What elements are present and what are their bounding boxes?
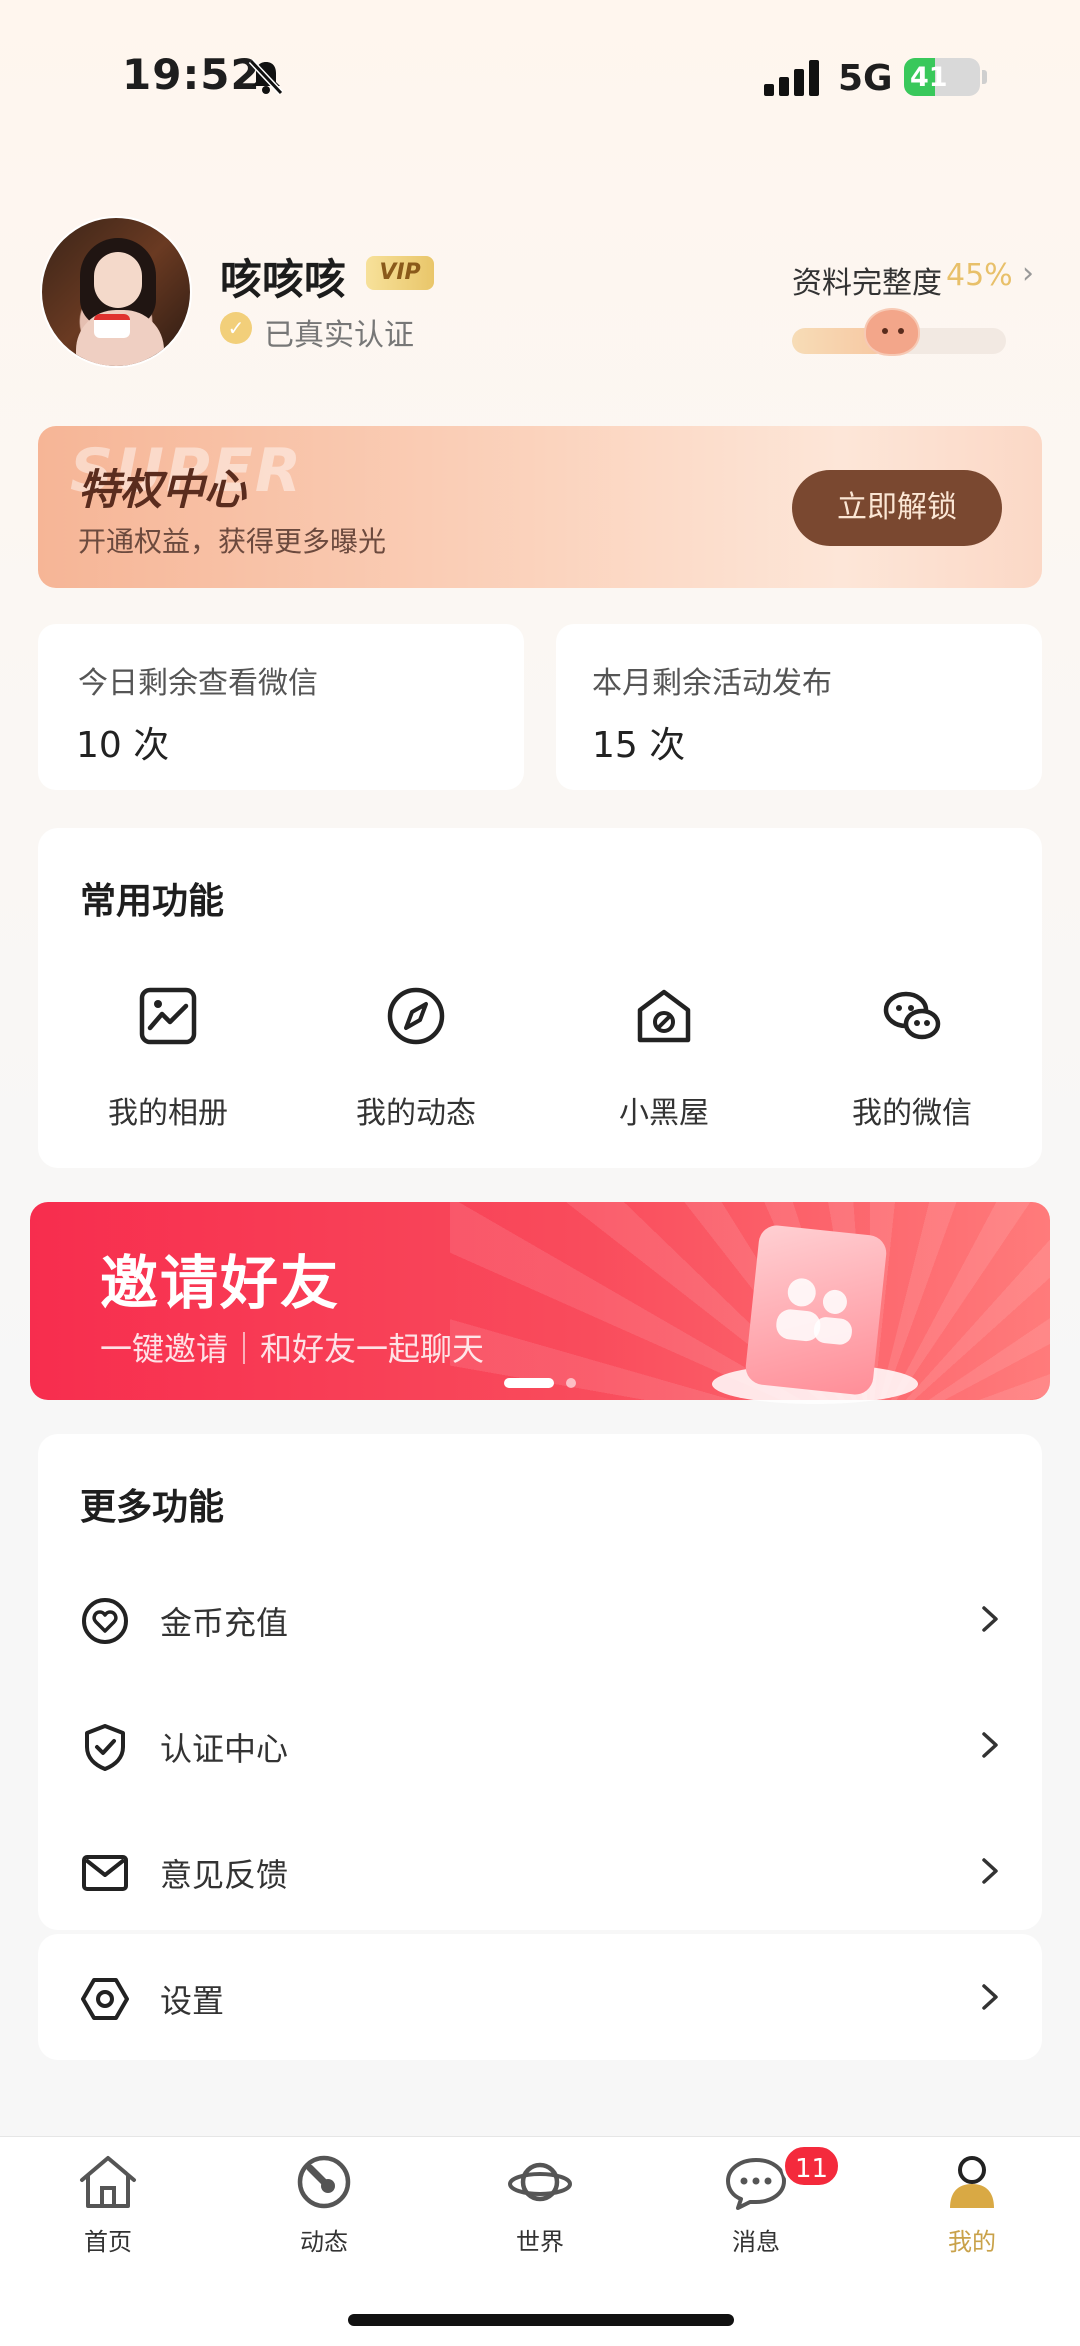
message-icon	[726, 2158, 786, 2210]
stat-value: 10 次	[76, 725, 170, 766]
carousel-dot[interactable]	[566, 1378, 576, 1388]
invite-subtitle: 一键邀请｜和好友一起聊天	[100, 1330, 485, 1368]
network-type: 5G	[838, 58, 893, 99]
common-functions-title: 常用功能	[80, 881, 225, 922]
avatar-face	[94, 252, 142, 308]
nickname: 咳咳咳	[220, 255, 347, 304]
tab-label: 我的	[948, 2228, 996, 2256]
heart-mascot-icon	[864, 308, 920, 356]
mascot-eye	[882, 328, 888, 334]
cellular-signal-icon	[764, 60, 819, 96]
tab-label: 首页	[84, 2228, 132, 2256]
invite-title: 邀请好友	[100, 1249, 341, 1317]
func-label: 我的相册	[108, 1096, 228, 1131]
menu-coin-recharge[interactable]: 金币充值	[38, 1556, 1042, 1682]
status-time: 19:52	[122, 50, 261, 99]
tab-home[interactable]: 首页	[48, 2152, 168, 2257]
verified-status: 已真实认证	[264, 318, 414, 353]
func-my-wechat[interactable]: 我的微信	[812, 982, 1012, 1132]
avatar[interactable]	[40, 216, 192, 368]
battery-level: 41	[910, 62, 948, 93]
verified-check-icon: ✓	[220, 312, 252, 344]
compass-icon	[387, 987, 445, 1045]
menu-label: 认证中心	[160, 1730, 289, 1768]
menu-feedback[interactable]: 意见反馈	[38, 1808, 1042, 1934]
stat-value: 15 次	[592, 725, 686, 766]
func-my-album[interactable]: 我的相册	[68, 982, 268, 1132]
battery-icon: 41	[904, 58, 980, 96]
chevron-right-icon	[982, 1732, 998, 1758]
func-blacklist[interactable]: 小黑屋	[564, 982, 764, 1132]
profile-icon	[950, 2156, 994, 2208]
stat-label: 今日剩余查看微信	[78, 666, 318, 701]
func-label: 我的微信	[852, 1096, 972, 1131]
coin-heart-icon	[82, 1598, 128, 1644]
phone-contacts-icon	[743, 1223, 889, 1397]
settings-icon	[81, 1978, 129, 2020]
shield-check-icon	[85, 1724, 125, 1771]
tab-label: 消息	[732, 2228, 780, 2256]
chevron-right-icon	[982, 1984, 998, 2010]
tab-world[interactable]: 世界	[480, 2152, 600, 2257]
func-my-moments[interactable]: 我的动态	[316, 982, 516, 1132]
func-label: 小黑屋	[619, 1096, 709, 1131]
album-icon	[139, 987, 197, 1045]
menu-label: 设置	[160, 1982, 225, 2020]
battery-nub	[982, 70, 987, 84]
privilege-title: 特权中心	[78, 465, 247, 514]
home-icon	[80, 2156, 136, 2208]
menu-label: 金币充值	[160, 1604, 289, 1642]
tab-profile[interactable]: 我的	[912, 2152, 1032, 2257]
mail-icon	[82, 1855, 128, 1891]
stat-label: 本月剩余活动发布	[592, 666, 832, 701]
chevron-right-icon[interactable]: ›	[1022, 256, 1034, 291]
carousel-dot-active[interactable]	[504, 1378, 554, 1388]
vip-badge: VIP	[366, 256, 434, 290]
profile-completion-label[interactable]: 资料完整度	[792, 258, 942, 302]
mascot-eye	[898, 328, 904, 334]
privilege-subtitle: 开通权益，获得更多曝光	[78, 525, 387, 558]
stat-card-wechat: 今日剩余查看微信 10 次	[38, 624, 524, 790]
contacts-illustration	[776, 1278, 852, 1345]
chevron-right-icon	[982, 1606, 998, 1632]
wechat-icon	[883, 991, 941, 1040]
chevron-right-icon	[982, 1858, 998, 1884]
feed-icon	[297, 2155, 351, 2209]
stat-card-activity: 本月剩余活动发布 15 次	[556, 624, 1042, 790]
planet-icon	[508, 2162, 572, 2202]
profile-completion-percent[interactable]: 45%	[946, 258, 1013, 293]
menu-label: 意见反馈	[160, 1856, 289, 1894]
func-label: 我的动态	[356, 1096, 476, 1131]
menu-verification-center[interactable]: 认证中心	[38, 1682, 1042, 1808]
home-indicator[interactable]	[348, 2314, 734, 2326]
tab-feed[interactable]: 动态	[264, 2152, 384, 2257]
tab-label: 世界	[516, 2228, 564, 2256]
tab-label: 动态	[300, 2228, 348, 2256]
unlock-button[interactable]: 立即解锁	[792, 470, 1002, 546]
block-house-icon	[637, 989, 691, 1043]
avatar-cake	[94, 314, 130, 338]
message-count-badge: 11	[782, 2144, 842, 2188]
menu-settings[interactable]: 设置	[38, 1934, 1042, 2060]
more-functions-title: 更多功能	[80, 1487, 225, 1528]
bell-muted-icon	[248, 58, 284, 96]
